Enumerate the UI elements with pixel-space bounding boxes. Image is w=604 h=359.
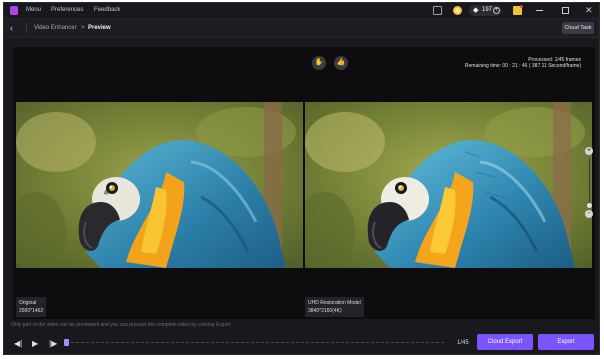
parrot-image-enhanced: [305, 102, 592, 268]
preview-notice: Only part of the video can be previewed …: [11, 322, 232, 328]
previous-frame-icon[interactable]: ◀|: [14, 339, 22, 348]
zoom-out-button[interactable]: -: [585, 210, 593, 218]
thumbs-down-icon[interactable]: ✋: [312, 56, 326, 70]
zoom-in-button[interactable]: +: [585, 147, 593, 155]
notification-dot: [520, 5, 523, 8]
video-enhancer-window: Menu Preferences Feedback ◆ 197 + ✕ ‹ Vi…: [3, 2, 600, 355]
original-resolution: 2560*1462: [19, 308, 44, 314]
app-logo-icon: [10, 6, 18, 15]
breadcrumb-separator: >: [81, 25, 85, 31]
chevron-left-icon[interactable]: ‹: [10, 21, 22, 35]
credits-badge[interactable]: ◆ 197 +: [469, 5, 502, 16]
minimize-icon[interactable]: [536, 10, 543, 11]
preview-area: ✋ 👍 Processed: 1/45 frames Remaining tim…: [13, 47, 595, 319]
breadcrumb-parent[interactable]: Video Enhancer: [34, 19, 77, 38]
enhanced-preview[interactable]: [305, 102, 592, 268]
breadcrumb-current: Preview: [88, 25, 111, 31]
menu-item-menu[interactable]: Menu: [26, 3, 41, 18]
enhanced-model-name: UHD Restoration Model: [308, 300, 361, 306]
title-bar: Menu Preferences Feedback ◆ 197 + ✕: [4, 3, 599, 18]
close-icon[interactable]: ✕: [585, 3, 593, 18]
original-title: Original: [19, 300, 37, 306]
thumbs-up-icon[interactable]: 👍: [334, 56, 348, 70]
enhanced-resolution: 3840*2160(4K): [308, 308, 342, 314]
divider: [26, 23, 27, 33]
menu-item-feedback[interactable]: Feedback: [94, 3, 120, 18]
breadcrumb-bar: ‹ Video Enhancer > Preview Cloud Task: [4, 18, 599, 38]
next-frame-icon[interactable]: |▶: [49, 339, 57, 348]
playback-controls: ◀| ▶ |▶ 1/45 Cloud Export Export: [4, 331, 599, 354]
frame-counter: 1/45: [457, 340, 469, 346]
original-preview[interactable]: [16, 102, 303, 268]
export-button[interactable]: Export: [538, 334, 594, 350]
timeline-handle[interactable]: [64, 339, 69, 346]
original-label: Original 2560*1462: [16, 297, 47, 317]
cloud-task-button[interactable]: Cloud Task: [562, 22, 594, 34]
enhanced-label: UHD Restoration Model 3840*2160(4K): [305, 297, 364, 317]
processing-status: Processed: 1/45 frames Remaining time: 0…: [465, 57, 581, 69]
credits-count: 197: [482, 7, 493, 13]
avatar[interactable]: [453, 6, 462, 15]
maximize-icon[interactable]: [562, 7, 569, 14]
play-icon[interactable]: ▶: [32, 339, 38, 348]
diamond-icon: ◆: [473, 7, 479, 14]
parrot-image-original: [16, 102, 303, 268]
add-credits-icon[interactable]: +: [493, 7, 500, 14]
timeline-track[interactable]: [66, 342, 444, 344]
menu-item-preferences[interactable]: Preferences: [51, 3, 83, 18]
zoom-slider-handle[interactable]: [587, 203, 592, 208]
message-icon[interactable]: [433, 6, 442, 15]
zoom-slider-track[interactable]: [589, 158, 590, 208]
remaining-time: Remaining time: 00 : 21 : 46 ( 387.11 Se…: [464, 63, 581, 69]
cloud-export-button[interactable]: Cloud Export: [477, 334, 533, 350]
